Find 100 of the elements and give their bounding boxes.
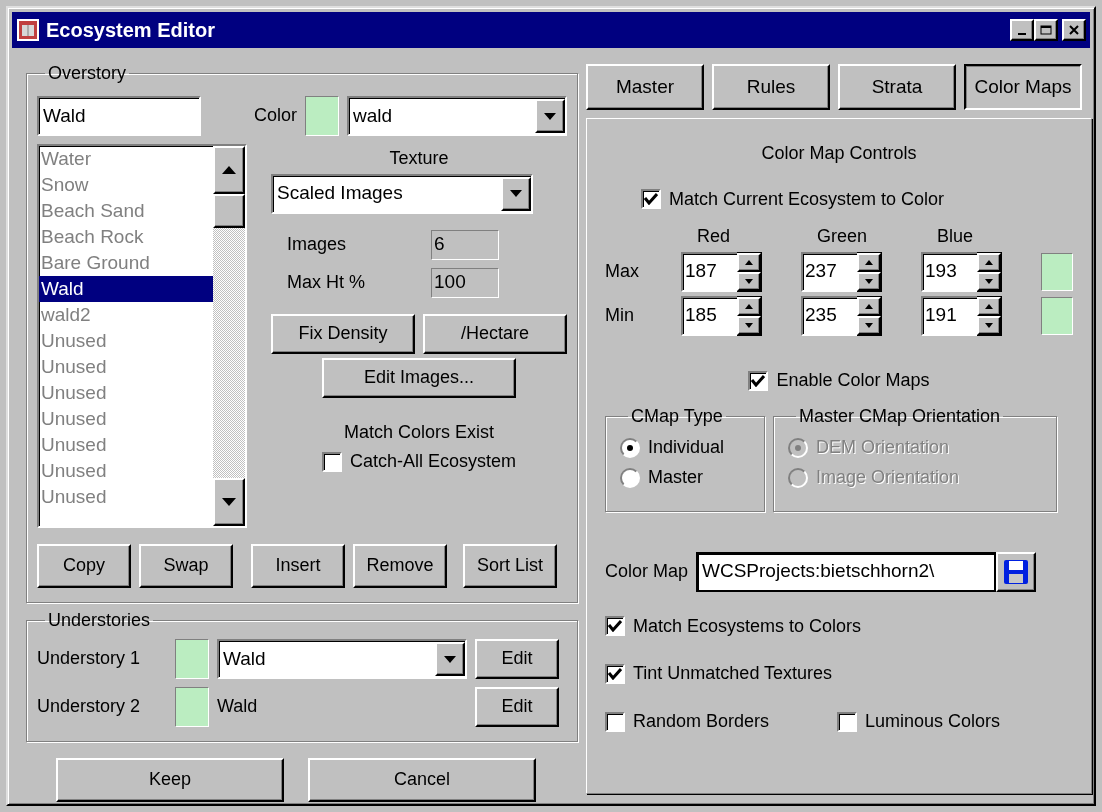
app-icon (16, 18, 40, 42)
dropdown-button[interactable] (435, 642, 465, 676)
checkbox-label: Random Borders (633, 710, 770, 733)
dropdown-button[interactable] (501, 176, 531, 211)
understory-value: Wald (217, 696, 259, 718)
checkbox[interactable] (605, 663, 625, 684)
number-field[interactable]: 237 (801, 251, 857, 292)
radio-label: Individual (648, 437, 725, 459)
edit-images-button[interactable]: Edit Images... (322, 357, 516, 398)
up-arrow-icon (865, 259, 873, 265)
list-button[interactable]: Swap (139, 544, 233, 588)
list-item[interactable]: Unused (39, 406, 213, 432)
checkbox-label: Luminous Colors (865, 710, 1001, 733)
list-item[interactable]: Unused (39, 328, 213, 354)
down-arrow-icon (985, 322, 993, 328)
checkbox[interactable] (837, 711, 857, 732)
checkbox-label: Tint Unmatched Textures (633, 663, 833, 685)
list-item[interactable]: Bare Ground (39, 250, 213, 276)
field-label: Max Ht % (286, 271, 366, 294)
down-arrow-icon (745, 278, 753, 284)
tab[interactable]: Color Maps (964, 64, 1082, 110)
dropdown[interactable]: wald (347, 96, 567, 136)
list-item[interactable]: Wald (39, 276, 213, 302)
number-field[interactable]: 193 (921, 251, 977, 292)
down-arrow-icon (510, 190, 522, 198)
name-field[interactable]: Wald (37, 96, 201, 136)
dropdown[interactable]: Wald (217, 639, 467, 679)
dropdown-button[interactable] (535, 99, 565, 133)
checkbox[interactable] (748, 370, 769, 391)
dropdown[interactable]: Scaled Images (271, 173, 533, 214)
spin-up-button[interactable] (857, 296, 881, 316)
minimize-button[interactable] (1010, 19, 1034, 41)
tab[interactable]: Rules (712, 64, 830, 110)
group-label: Understories (47, 611, 152, 629)
check-icon (751, 374, 766, 387)
checkbox[interactable] (321, 452, 342, 472)
down-arrow-icon (444, 655, 456, 663)
texture-label: Texture (388, 148, 450, 170)
up-arrow-icon (985, 259, 993, 265)
list-button[interactable]: Insert (251, 544, 345, 588)
maximize-icon (1040, 25, 1052, 35)
list-item[interactable]: Unused (39, 354, 213, 380)
list-item[interactable]: Beach Sand (39, 198, 213, 224)
field-label: Images (286, 233, 348, 256)
checkbox[interactable] (605, 616, 625, 637)
list-item[interactable]: Unused (39, 484, 213, 510)
column-header: Green (816, 226, 869, 248)
list-button[interactable]: Sort List (463, 544, 557, 588)
down-arrow-icon (985, 278, 993, 284)
column-header: Red (696, 226, 732, 248)
density-button[interactable]: /Hectare (423, 313, 567, 354)
list-button[interactable]: Copy (37, 544, 131, 588)
readonly-field: 6 (431, 229, 499, 260)
scroll-thumb[interactable] (213, 194, 245, 228)
number-field[interactable]: 187 (681, 251, 737, 292)
checkbox[interactable] (641, 189, 661, 210)
down-arrow-icon (222, 498, 236, 506)
edit-button[interactable]: Edit (475, 687, 559, 727)
edit-button[interactable]: Edit (475, 639, 559, 679)
readonly-field: 100 (431, 267, 499, 298)
up-arrow-icon (865, 303, 873, 309)
spin-up-button[interactable] (737, 252, 761, 272)
radio-button[interactable] (620, 438, 640, 459)
scroll-up-button[interactable] (213, 146, 245, 194)
scroll-down-button[interactable] (213, 478, 245, 526)
down-arrow-icon (544, 112, 556, 120)
tab[interactable]: Master (586, 64, 704, 110)
dialog-button[interactable]: Cancel (308, 758, 536, 802)
list-item[interactable]: Unused (39, 458, 213, 484)
path-field[interactable]: WCSProjects:bietschhorn2\ (696, 551, 997, 592)
close-icon (1069, 25, 1079, 35)
checkbox-label: Catch-All Ecosystem (349, 451, 516, 473)
spin-up-button[interactable] (977, 252, 1001, 272)
list-item[interactable]: Snow (39, 172, 213, 198)
checkbox-label: Match Ecosystems to Colors (633, 615, 862, 638)
list-item[interactable]: Unused (39, 380, 213, 406)
spin-up-button[interactable] (977, 296, 1001, 316)
close-button[interactable] (1062, 19, 1086, 41)
save-button[interactable] (996, 551, 1037, 592)
checkbox[interactable] (605, 711, 625, 732)
tab[interactable]: Strata (838, 64, 956, 110)
list-item[interactable]: Water (39, 146, 213, 172)
up-arrow-icon (745, 259, 753, 265)
spin-up-button[interactable] (857, 252, 881, 272)
number-field[interactable]: 191 (921, 295, 977, 336)
number-field[interactable]: 235 (801, 295, 857, 336)
list-button[interactable]: Remove (353, 544, 447, 588)
dialog-button[interactable]: Keep (56, 758, 284, 802)
scrollbar[interactable] (213, 146, 245, 526)
list-item[interactable]: wald2 (39, 302, 213, 328)
list-item[interactable]: Unused (39, 432, 213, 458)
down-arrow-icon (745, 322, 753, 328)
color-label: Color (254, 105, 297, 127)
spin-up-button[interactable] (737, 296, 761, 316)
maximize-button[interactable] (1034, 19, 1058, 41)
density-button[interactable]: Fix Density (271, 313, 415, 354)
window-title: Ecosystem Editor (46, 18, 216, 42)
number-field[interactable]: 185 (681, 295, 737, 336)
list-item[interactable]: Beach Rock (39, 224, 213, 250)
radio-button[interactable] (620, 467, 640, 488)
